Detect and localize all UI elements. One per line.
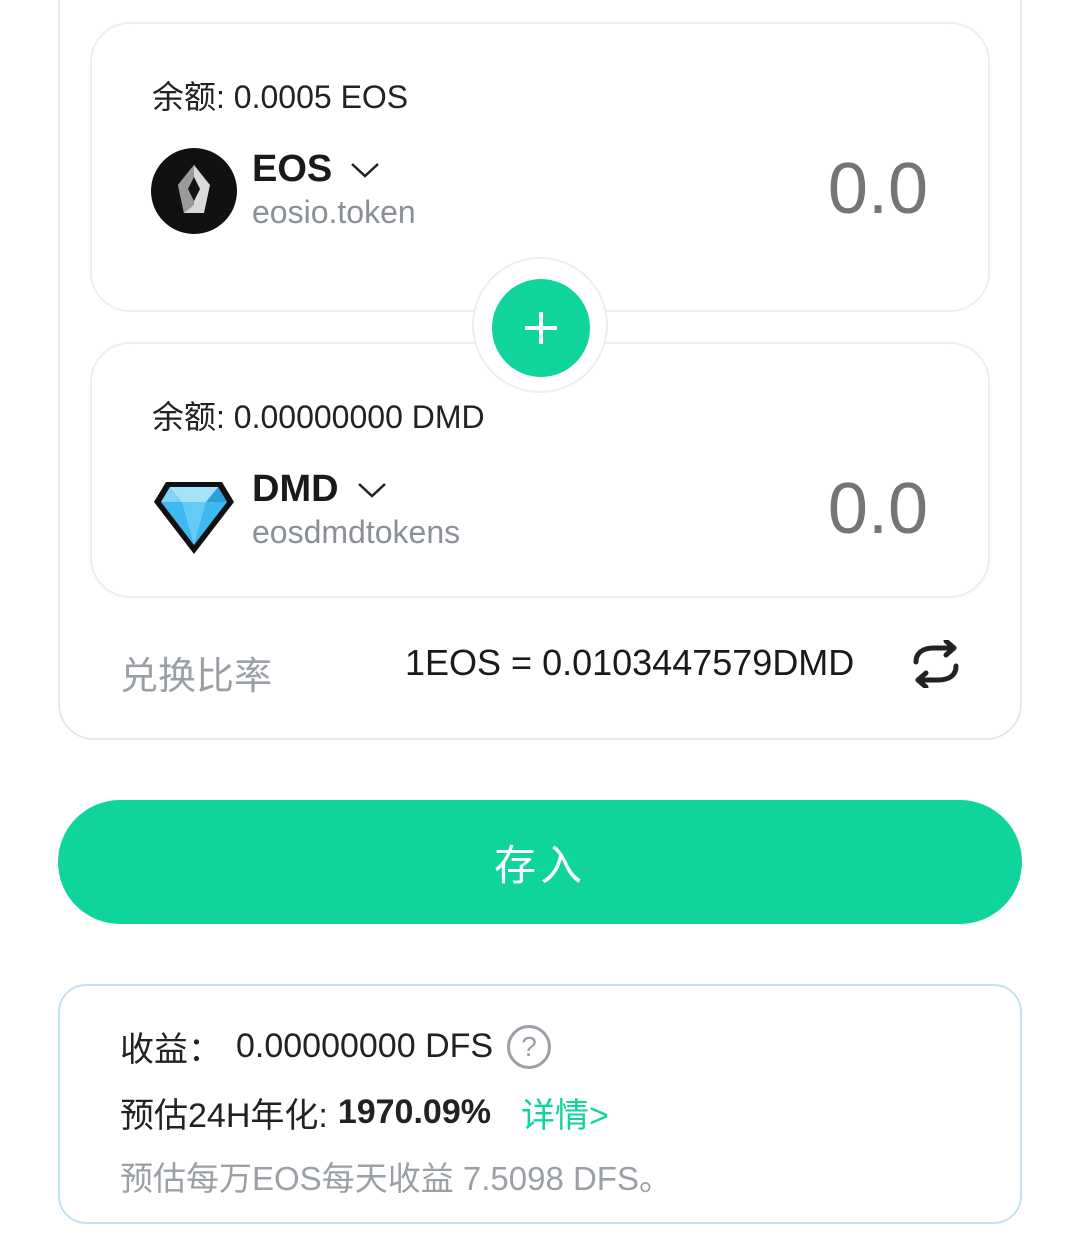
deposit-button[interactable]: 存入 [58,800,1022,924]
diamond-logo-icon[interactable] [150,472,238,560]
token-a-contract: eosio.token [252,194,416,230]
chevron-down-icon [351,162,380,178]
apy-label: 预估24H年化: [120,1097,328,1135]
token-a-amount-input[interactable] [628,148,928,230]
chevron-down-icon [357,482,386,498]
earnings-value: 0.00000000 DFS [236,1027,494,1065]
earnings-info-card: 收益： 0.00000000 DFS ? 预估24H年化: 1970.09% 详… [58,984,1022,1224]
token-b-amount-input[interactable] [628,468,928,550]
daily-estimate: 预估每万EOS每天收益 7.5098 DFS。 [120,1160,672,1197]
details-link[interactable]: 详情> [521,1088,609,1137]
token-b-contract: eosdmdtokens [252,514,461,550]
token-b-balance: 余额: 0.00000000 DMD [152,399,485,435]
apy-value: 1970.09% [337,1093,491,1131]
eos-logo-icon[interactable] [150,147,238,235]
swap-direction-icon[interactable] [908,640,964,688]
token-a-selector[interactable]: EOS [252,148,380,191]
earnings-label: 收益： [120,1031,222,1069]
exchange-rate-value: 1EOS = 0.0103447579DMD [405,642,855,683]
token-a-balance: 余额: 0.0005 EOS [152,79,409,115]
plus-icon [492,279,590,377]
token-b-selector[interactable]: DMD [252,468,387,511]
apy-row: 预估24H年化: 1970.09% 详情> [120,1088,609,1137]
help-icon[interactable]: ? [507,1024,552,1069]
earnings-row: 收益： 0.00000000 DFS ? [120,1022,552,1071]
exchange-rate-label: 兑换比率 [120,656,273,698]
